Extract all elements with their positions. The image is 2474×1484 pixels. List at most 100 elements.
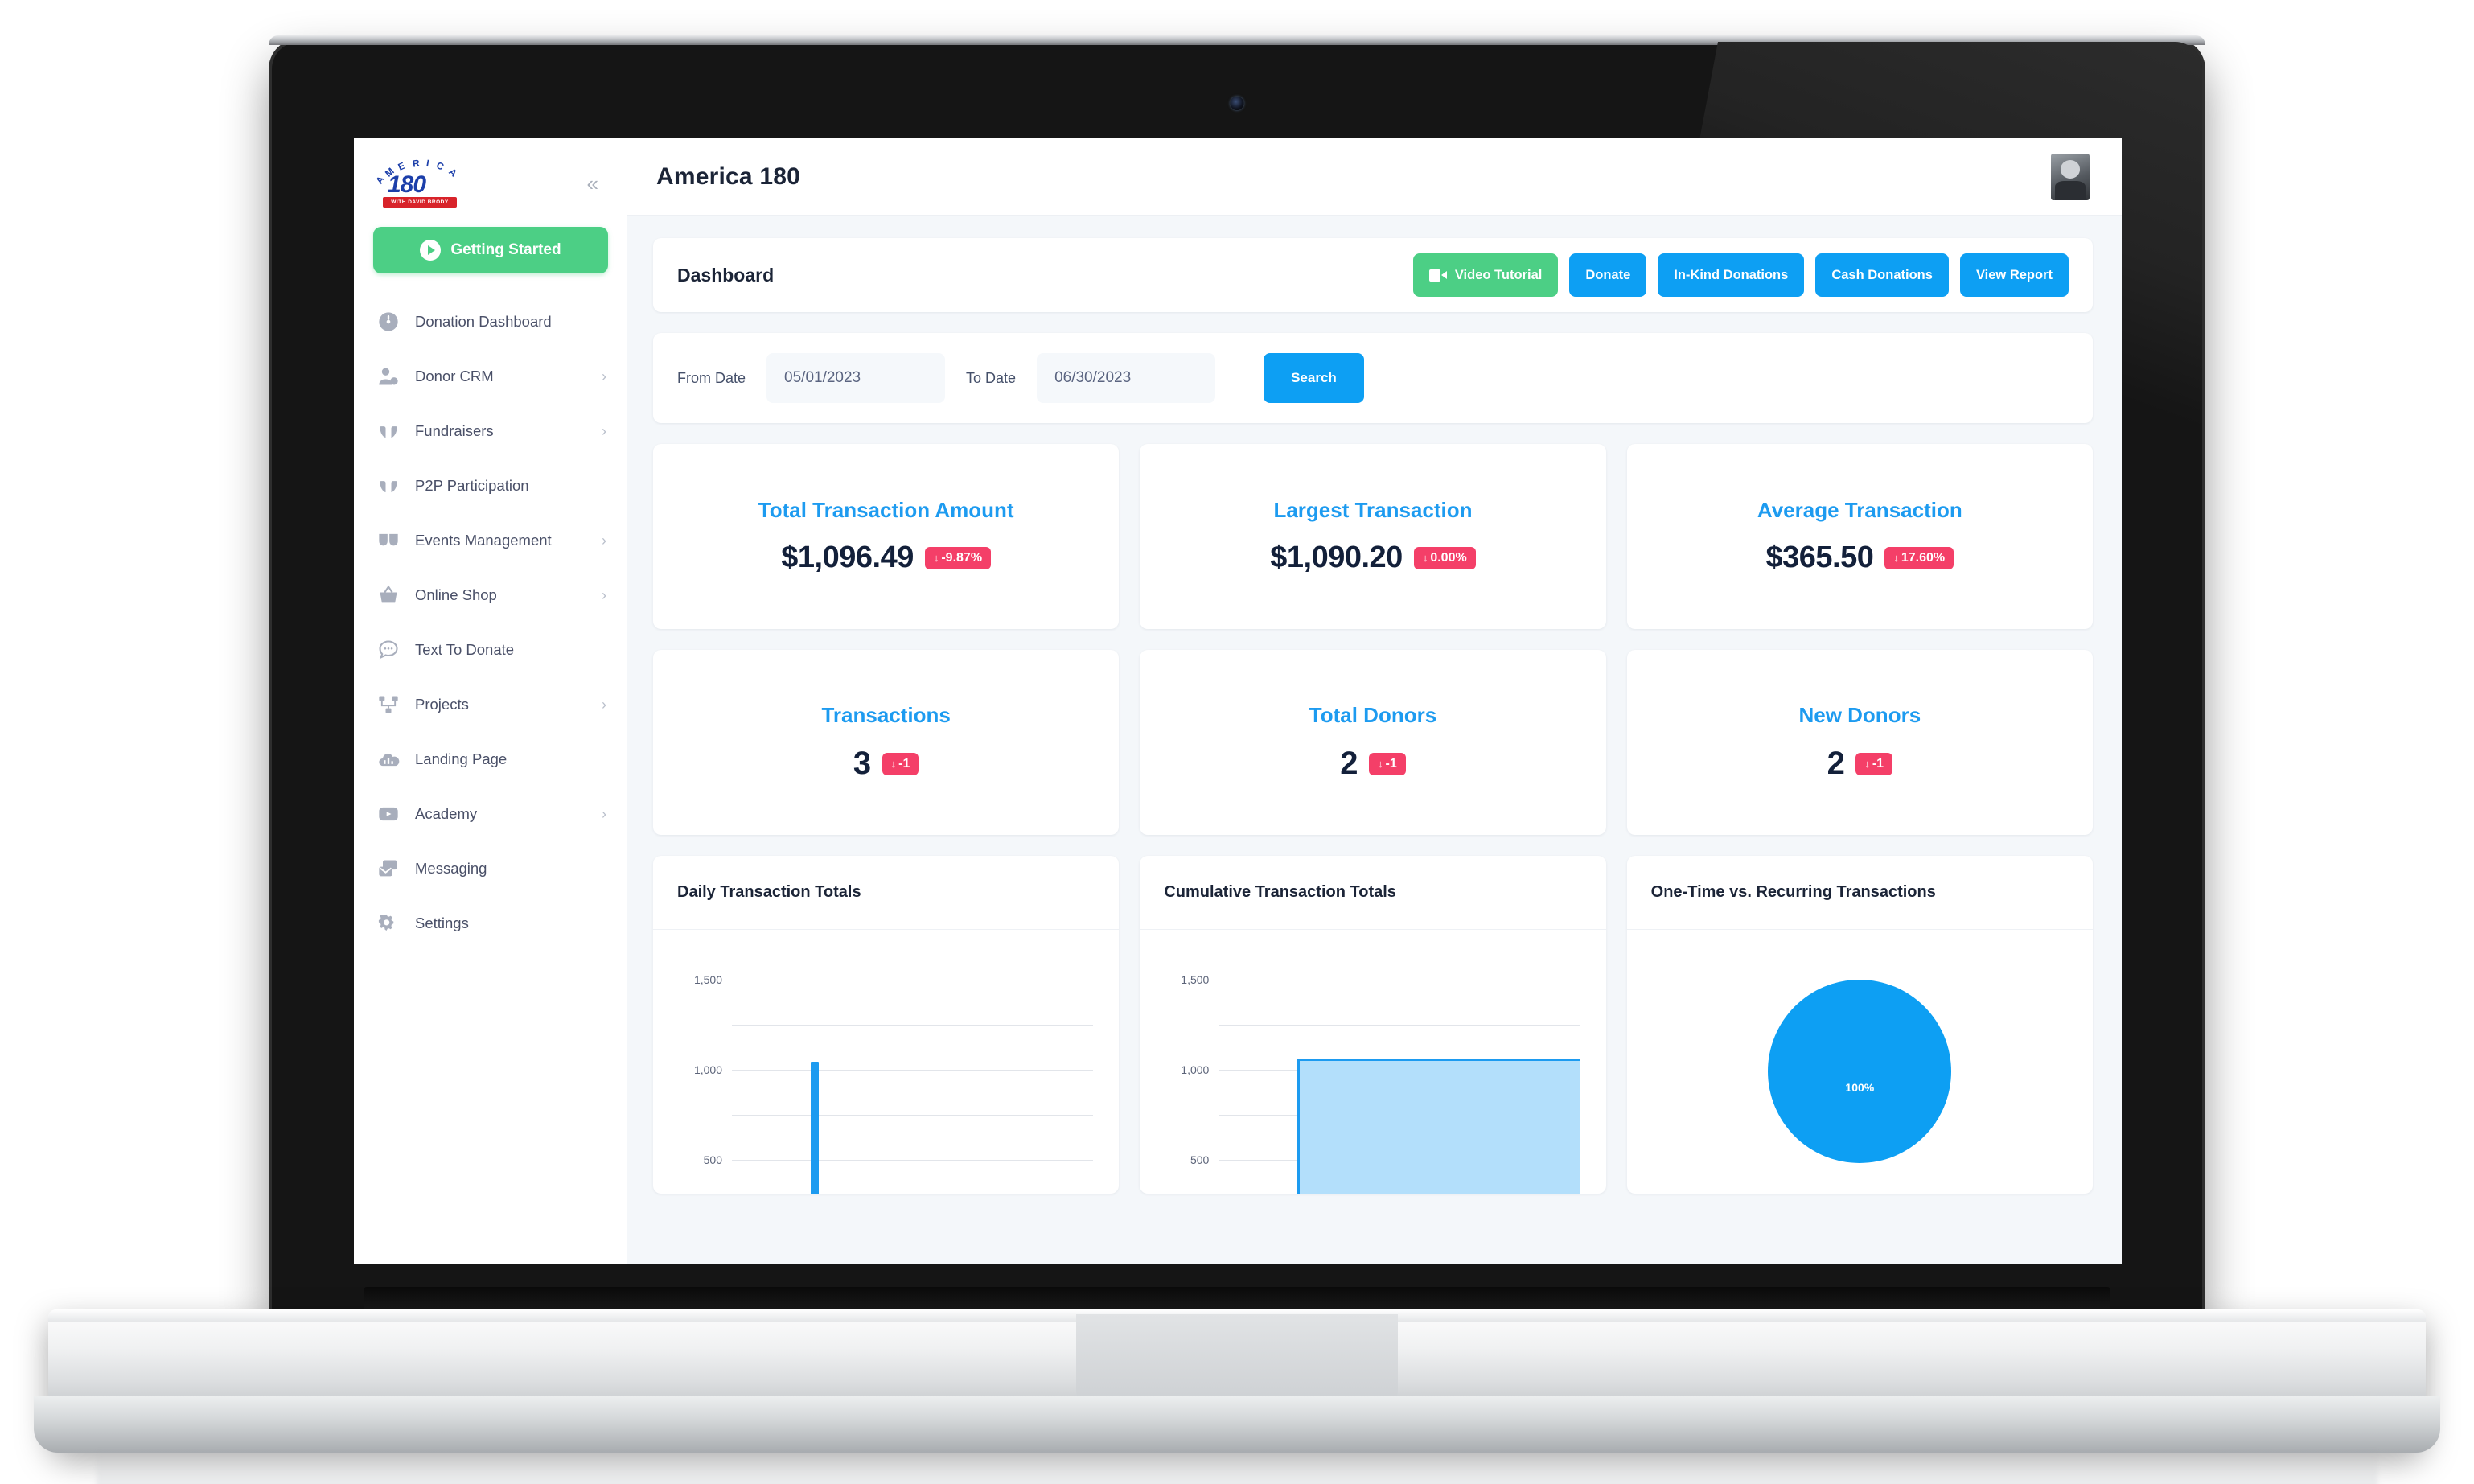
mail-stack-icon	[376, 857, 401, 881]
laptop-reflection	[97, 1448, 2377, 1484]
badge-text: -1	[1385, 756, 1397, 771]
status-badge: ↓ -1	[1856, 752, 1893, 775]
logo-tagline: WITH DAVID BRODY	[383, 197, 457, 208]
app-window: A M E R I C A 180 WITH DAVID BRODY « Get…	[354, 138, 2122, 1264]
sidebar-item-label: Landing Page	[415, 750, 508, 767]
badge-text: 17.60%	[1901, 550, 1946, 565]
from-date-label: From Date	[677, 369, 746, 386]
sitemap-icon	[376, 693, 401, 717]
getting-started-button[interactable]: Getting Started	[373, 227, 608, 273]
sidebar-item-settings[interactable]: Settings	[354, 896, 627, 951]
logo-number: 180	[388, 171, 426, 198]
laptop-base	[34, 1309, 2440, 1453]
donate-button[interactable]: Donate	[1569, 253, 1647, 297]
chevron-right-icon: ›	[602, 532, 606, 549]
view-report-button[interactable]: View Report	[1959, 253, 2069, 297]
speedometer-icon	[376, 310, 401, 334]
sidebar-item-label: Donation Dashboard	[415, 313, 552, 330]
brand-logo[interactable]: A M E R I C A 180 WITH DAVID BRODY	[373, 157, 466, 208]
sidebar-item-messaging[interactable]: Messaging	[354, 841, 627, 896]
arrow-down-icon: ↓	[933, 552, 939, 564]
from-date-input[interactable]	[766, 353, 946, 403]
chart-card-daily-transaction-totals: Daily Transaction Totals 1,500 1,000 500	[653, 856, 1120, 1194]
y-axis-tick: 1,000	[693, 1063, 722, 1076]
stat-value: 2	[1340, 746, 1358, 781]
sidebar-item-donation-dashboard[interactable]: Donation Dashboard	[354, 294, 627, 349]
video-tutorial-label: Video Tutorial	[1454, 267, 1543, 282]
gridline	[1219, 1025, 1580, 1026]
status-badge: ↓ -9.87%	[924, 546, 992, 569]
stat-value: 3	[853, 746, 871, 781]
charts-row: Daily Transaction Totals 1,500 1,000 500…	[653, 856, 2093, 1194]
sidebar-item-donor-crm[interactable]: Donor CRM ›	[354, 349, 627, 404]
y-axis-tick: 500	[703, 1153, 722, 1166]
top-bar: America 180	[627, 138, 2122, 216]
sidebar-item-label: Online Shop	[415, 586, 497, 603]
chat-bubble-icon	[376, 638, 401, 662]
y-axis-tick: 1,500	[693, 973, 722, 986]
dashboard-heading: Dashboard	[677, 264, 775, 286]
getting-started-label: Getting Started	[450, 241, 561, 258]
laptop-lid: A M E R I C A 180 WITH DAVID BRODY « Get…	[269, 35, 2205, 1313]
sidebar-item-label: Text To Donate	[415, 641, 515, 658]
arrow-down-icon: ↓	[1893, 552, 1899, 564]
arrow-down-icon: ↓	[890, 758, 897, 770]
arrow-down-icon: ↓	[1378, 758, 1383, 770]
pie-slice-one-time[interactable]: 100%	[1768, 980, 1952, 1163]
laptop-base-notch	[1076, 1314, 1398, 1404]
arrow-down-icon: ↓	[1864, 758, 1870, 770]
main-area: America 180 Dashboard Video Tutorial Don…	[627, 138, 2122, 1264]
cloud-chart-icon	[376, 747, 401, 771]
chart-title: Daily Transaction Totals	[677, 883, 861, 901]
sidebar-item-text-to-donate[interactable]: Text To Donate	[354, 623, 627, 677]
stats-row-primary: Total Transaction Amount $1,096.49 ↓ -9.…	[653, 444, 2093, 629]
play-icon	[420, 240, 442, 261]
stat-value: $1,096.49	[781, 541, 914, 574]
sidebar-item-academy[interactable]: Academy ›	[354, 787, 627, 841]
sidebar-item-fundraisers[interactable]: Fundraisers ›	[354, 404, 627, 458]
stat-title: Largest Transaction	[1273, 498, 1473, 522]
sidebar-nav: Donation Dashboard Donor CRM › Fundraise…	[354, 294, 627, 951]
sidebar-item-online-shop[interactable]: Online Shop ›	[354, 568, 627, 623]
chart-header: Cumulative Transaction Totals	[1140, 856, 1606, 930]
user-gear-icon	[376, 364, 401, 388]
y-axis-tick: 500	[1190, 1153, 1210, 1166]
chevron-right-icon: ›	[602, 368, 606, 384]
gridline	[732, 1070, 1094, 1071]
cash-donations-button[interactable]: Cash Donations	[1815, 253, 1949, 297]
area-series[interactable]	[1297, 1059, 1580, 1194]
status-badge: ↓ 0.00%	[1413, 546, 1476, 569]
stat-line: $1,090.20 ↓ 0.00%	[1270, 541, 1476, 575]
stat-card-new-donors: New Donors 2 ↓ -1	[1626, 650, 2093, 835]
sidebar-item-p2p-participation[interactable]: P2P Participation	[354, 458, 627, 513]
sidebar-item-label: Projects	[415, 696, 469, 713]
stat-title: Total Donors	[1309, 703, 1437, 727]
to-date-label: To Date	[966, 369, 1017, 386]
sidebar-item-label: P2P Participation	[415, 477, 529, 494]
chevron-right-icon: ›	[602, 805, 606, 822]
sidebar-item-label: Settings	[415, 915, 469, 931]
avatar[interactable]	[2051, 153, 2090, 200]
sidebar-item-label: Messaging	[415, 860, 487, 877]
gridline	[732, 1115, 1094, 1116]
sidebar-item-label: Events Management	[415, 532, 552, 549]
bar-series-point[interactable]	[811, 1062, 819, 1194]
sidebar-item-projects[interactable]: Projects ›	[354, 677, 627, 732]
in-kind-donations-button[interactable]: In-Kind Donations	[1658, 253, 1805, 297]
sidebar: A M E R I C A 180 WITH DAVID BRODY « Get…	[354, 138, 627, 1264]
giving-hands-icon	[376, 419, 401, 443]
badge-text: -1	[898, 756, 910, 771]
search-button[interactable]: Search	[1264, 353, 1364, 403]
page-title: America 180	[656, 162, 800, 190]
chart-body-cumulative: 1,500 1,000 500	[1140, 930, 1605, 1194]
pie-data-label: 100%	[1845, 1081, 1875, 1094]
stat-card-transactions: Transactions 3 ↓ -1	[653, 650, 1120, 835]
stat-title: Transactions	[821, 703, 951, 727]
to-date-input[interactable]	[1037, 353, 1216, 403]
sidebar-item-landing-page[interactable]: Landing Page	[354, 732, 627, 787]
sidebar-collapse-icon[interactable]: «	[582, 170, 603, 197]
sidebar-item-events-management[interactable]: Events Management ›	[354, 513, 627, 568]
sidebar-item-label: Academy	[415, 805, 478, 822]
video-tutorial-button[interactable]: Video Tutorial	[1412, 253, 1559, 297]
badge-text: 0.00%	[1430, 550, 1467, 565]
